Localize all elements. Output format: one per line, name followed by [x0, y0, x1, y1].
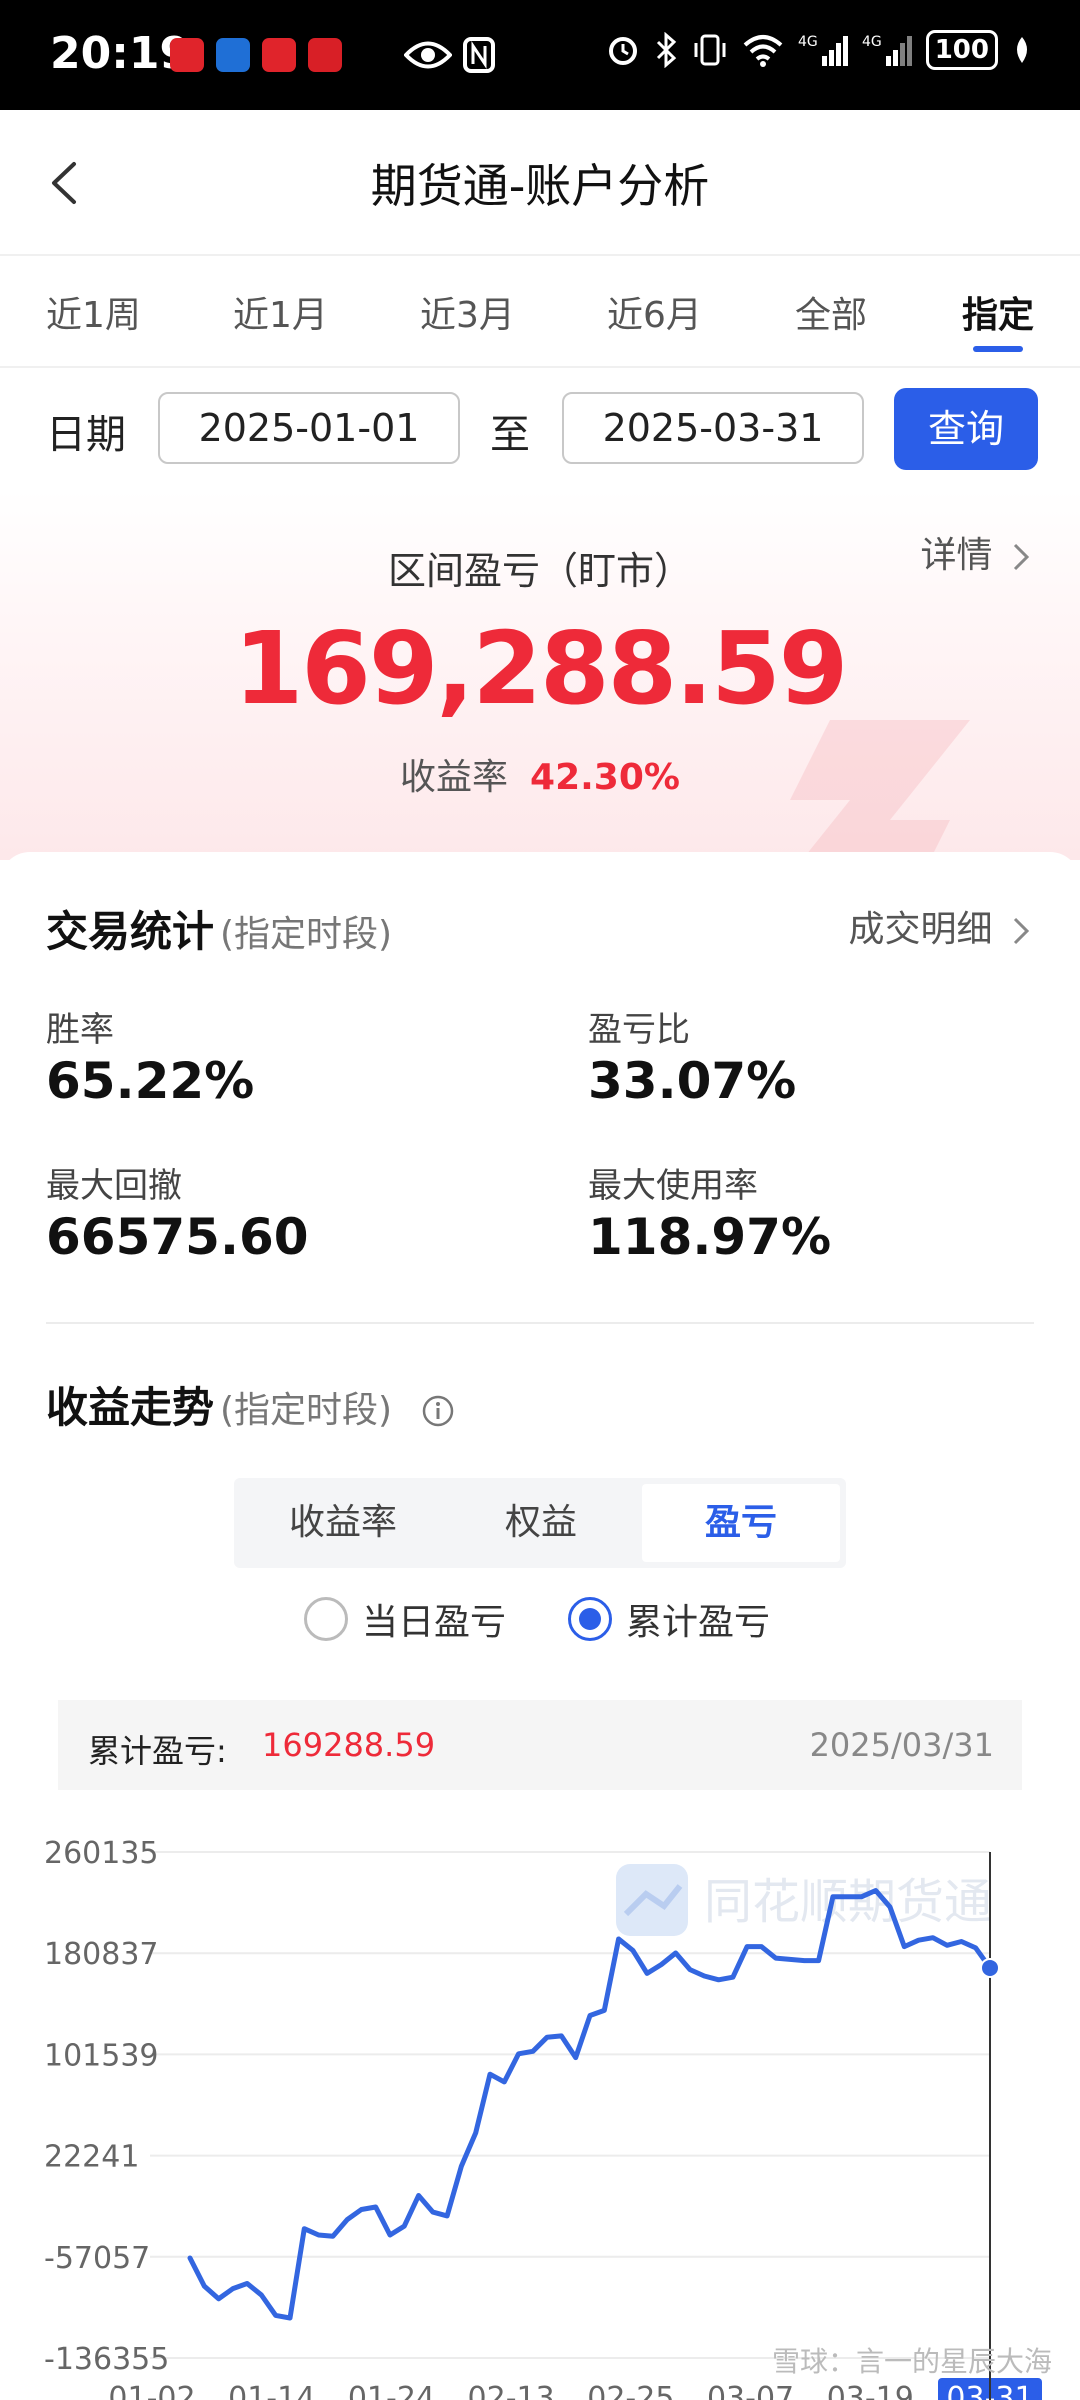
series-line	[187, 1888, 993, 2321]
cumulative-pnl-chart[interactable]: 同花顺期货通 260135 180837 101539 22241 -57057 -136…	[0, 0, 1080, 2400]
y-tick-label: 180837	[44, 1937, 159, 1972]
x-tick-label: 01-02	[108, 2381, 195, 2400]
x-tick-label: 01-24	[348, 2381, 435, 2400]
y-tick-label: 22241	[44, 2140, 139, 2175]
x-tick-label: 02-25	[587, 2381, 674, 2400]
x-tick-label: 02-13	[468, 2381, 555, 2400]
y-tick-label: 260135	[44, 1836, 159, 1871]
y-tick-label: -136355	[44, 2342, 169, 2377]
y-tick-label: -57057	[44, 2241, 150, 2276]
x-tick-label: 01-14	[228, 2381, 315, 2400]
y-tick-label: 101539	[44, 2038, 159, 2073]
x-tick-label: 03-07	[707, 2381, 794, 2400]
footer-watermark: 雪球：言一的星辰大海	[771, 2345, 1052, 2378]
x-tick-label: 03-19	[827, 2381, 914, 2400]
data-point-current[interactable]	[980, 1957, 1000, 1978]
chart-watermark: 同花顺期货通	[704, 1874, 992, 1930]
